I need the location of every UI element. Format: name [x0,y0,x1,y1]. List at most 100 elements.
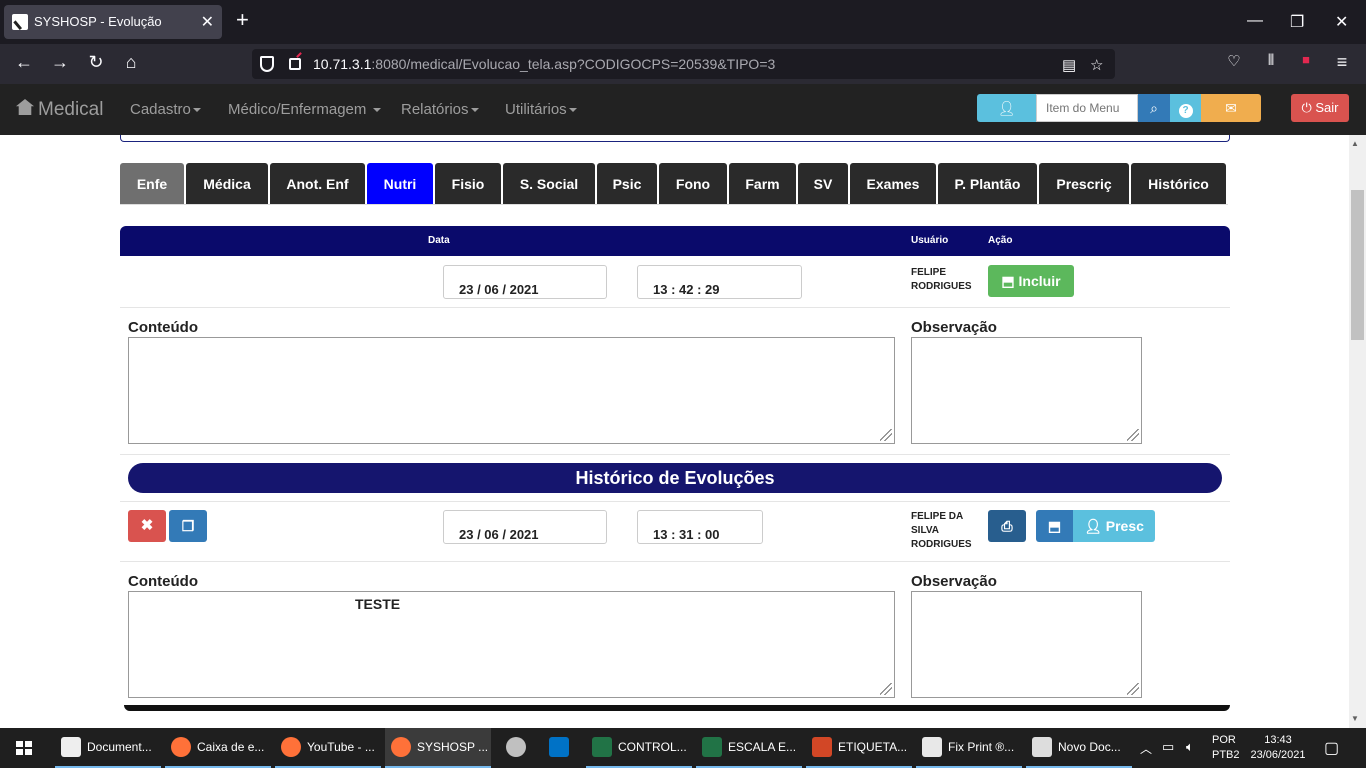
windows-taskbar: Document... Caixa de e... YouTube - ... … [0,728,1366,768]
user-icon: 👤︎ [1084,518,1102,534]
menu-relatorios[interactable]: Relatórios [401,101,479,118]
home-icon[interactable]: ⌂ [119,52,143,73]
forward-icon[interactable]: → [48,52,72,73]
taskbar-item-control[interactable]: CONTROL... [586,728,692,768]
menu-search-input[interactable] [1036,94,1138,122]
tab-anot-enf[interactable]: Anot. Enf [270,163,365,205]
pocket-icon[interactable]: ♡ [1222,52,1246,70]
back-icon[interactable]: ← [12,52,36,73]
date-field[interactable]: 23 / 06 / 2021 [443,265,607,299]
insecure-lock-icon[interactable] [289,58,301,70]
observacao-textarea[interactable] [911,337,1142,444]
search-icon[interactable]: ⌕ [1138,94,1170,122]
chevron-up-icon[interactable]: ︿ [1140,740,1152,757]
network-icon[interactable]: ▭ [1162,739,1174,755]
reload-icon[interactable]: ↻ [84,52,108,73]
taskbar-item-escala[interactable]: ESCALA E... [696,728,802,768]
language-indicator[interactable]: POR PTB2 [1212,734,1240,761]
library-icon[interactable]: ⫴ [1259,52,1283,69]
shield-icon[interactable] [260,56,274,72]
tab-p-plantao[interactable]: P. Plantão [938,163,1037,205]
mail-icon[interactable]: ✉ [1201,94,1261,122]
save-plus-button[interactable]: ⬒ [1036,510,1073,542]
tab-s-social[interactable]: S. Social [503,163,595,205]
tab-fono[interactable]: Fono [659,163,727,205]
taskbar-item-novo-doc[interactable]: Novo Doc... [1026,728,1132,768]
copy-button[interactable]: ❐ [169,510,207,542]
menu-cadastro[interactable]: Cadastro [130,101,201,118]
taskbar-item-etiqueta[interactable]: ETIQUETA... [806,728,912,768]
header-data: Data [428,235,450,246]
history-conteudo-textarea[interactable]: TESTE [128,591,895,698]
resize-grip-icon[interactable] [1127,683,1139,695]
divider [120,307,1230,308]
menu-medico-enfermagem[interactable]: Médico/Enfermagem [228,101,381,118]
history-conteudo-value: TESTE [355,596,401,612]
close-tab-icon[interactable]: ✕ [201,12,214,32]
taskbar-item-word[interactable]: Document... [55,728,161,768]
excel-icon [702,737,722,757]
tab-sv[interactable]: SV [798,163,848,205]
snipping-tool-icon [506,737,526,757]
brand-link[interactable]: Medical [16,99,103,121]
taskbar-item-syshosp[interactable]: SYSHOSP ... [385,728,491,768]
taskbar-item-outlook[interactable] [543,728,583,768]
logout-button[interactable]: ⏻ Sair [1291,94,1349,122]
save-plus-icon: ⬒ [1001,273,1015,289]
tab-psic[interactable]: Psic [597,163,657,205]
resize-grip-icon[interactable] [1127,429,1139,441]
tab-fisio[interactable]: Fisio [435,163,501,205]
start-button[interactable] [0,728,48,768]
menu-utilitarios[interactable]: Utilitários [505,101,577,118]
volume-icon[interactable]: 🔈︎ [1186,739,1194,755]
tab-historico[interactable]: Histórico [1131,163,1226,205]
presc-button[interactable]: 👤︎ Presc [1073,510,1155,542]
browser-tab[interactable]: SYSHOSP - Evolução ✕ [4,5,222,39]
taskbar-item-fixprint[interactable]: Fix Print ®... [916,728,1022,768]
scroll-up-icon[interactable]: ▲ [1351,139,1359,148]
notification-icon[interactable]: ▢ [1324,738,1339,758]
time-field[interactable]: 13 : 42 : 29 [637,265,802,299]
new-tab-icon[interactable]: + [236,9,249,31]
site-favicon-icon [12,14,28,30]
lock-extension-icon[interactable]: ■ [1294,52,1318,67]
app-navbar: Medical Cadastro Médico/Enfermagem Relat… [0,84,1366,135]
patient-info-box [120,135,1230,142]
fixprint-icon [922,737,942,757]
clock[interactable]: 13:43 23/06/2021 [1249,734,1307,761]
resize-grip-icon[interactable] [880,429,892,441]
delete-button[interactable]: ✖ [128,510,166,542]
tab-nutri[interactable]: Nutri [367,163,433,205]
taskbar-item-snipping[interactable] [500,728,540,768]
browser-toolbar: ← → ↻ ⌂ 10.71.3.1:8080/medical/Evolucao_… [0,44,1366,84]
x-icon: ✖ [140,517,154,534]
reader-view-icon[interactable]: ▤ [1062,56,1076,74]
history-date-field[interactable]: 23 / 06 / 2021 [443,510,607,544]
tab-prescric[interactable]: Prescriç [1039,163,1129,205]
hamburger-menu-icon[interactable]: ≡ [1330,52,1354,73]
conteudo-textarea[interactable] [128,337,895,444]
include-button[interactable]: ⬒ Incluir [988,265,1074,297]
address-bar[interactable]: 10.71.3.1:8080/medical/Evolucao_tela.asp… [252,49,1115,79]
help-icon[interactable]: ? [1170,94,1201,122]
restore-icon[interactable]: ❐ [1290,12,1304,32]
tab-enfe[interactable]: Enfe [120,163,184,205]
tab-farm[interactable]: Farm [729,163,796,205]
print-icon: ⎙ [1001,518,1013,534]
resize-grip-icon[interactable] [880,683,892,695]
taskbar-item-youtube[interactable]: YouTube - ... [275,728,381,768]
tab-exames[interactable]: Exames [850,163,936,205]
scrollbar-thumb[interactable] [1351,190,1364,340]
history-observacao-textarea[interactable] [911,591,1142,698]
powerpoint-icon [812,737,832,757]
url-text: 10.71.3.1:8080/medical/Evolucao_tela.asp… [313,56,776,72]
print-button[interactable]: ⎙ [988,510,1026,542]
scroll-down-icon[interactable]: ▼ [1351,714,1359,723]
user-icon[interactable]: 👤︎ [977,94,1036,122]
taskbar-item-mail[interactable]: Caixa de e... [165,728,271,768]
history-time-field[interactable]: 13 : 31 : 00 [637,510,763,544]
minimize-icon[interactable]: — [1247,12,1263,30]
close-window-icon[interactable]: ✕ [1335,12,1348,32]
tab-medica[interactable]: Médica [186,163,268,205]
bookmark-star-icon[interactable]: ☆ [1090,56,1103,74]
